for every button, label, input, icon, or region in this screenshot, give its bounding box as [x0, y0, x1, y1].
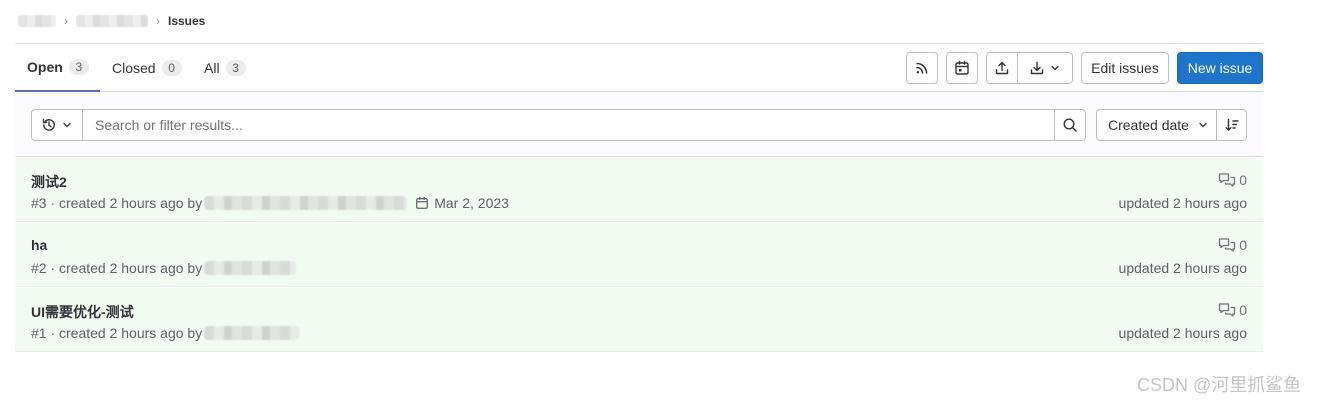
issue-meta: #1 · created 2 hours ago by: [31, 325, 301, 341]
issue-title-link[interactable]: ha: [31, 237, 47, 253]
chevron-down-icon: [1051, 65, 1059, 71]
edit-issues-button[interactable]: Edit issues: [1081, 52, 1169, 84]
breadcrumb-current: Issues: [168, 14, 206, 28]
issue-reference-text: #2 · created 2 hours ago by: [31, 260, 203, 276]
tab-label: All: [204, 60, 220, 76]
search-button[interactable]: [1054, 109, 1086, 141]
comment-count-text: 0: [1239, 302, 1247, 318]
updated-time: updated 2 hours ago: [1118, 195, 1247, 211]
breadcrumb-project-redacted[interactable]: [76, 15, 148, 27]
chevron-down-icon: [1199, 122, 1207, 128]
issue-row[interactable]: 测试2 #3 · created 2 hours ago by Mar 2, 2…: [15, 158, 1263, 222]
upload-icon: [995, 61, 1009, 75]
issue-state-tabs: Open 3 Closed 0 All 3: [15, 44, 1263, 92]
tab-label: Open: [27, 59, 63, 75]
tab-count-badge: 3: [225, 60, 246, 76]
comment-icon: [1219, 303, 1236, 317]
download-icon: [1030, 61, 1044, 75]
author-redacted[interactable]: [204, 261, 297, 275]
watermark: CSDN @河里抓鲨鱼: [1137, 375, 1302, 395]
breadcrumb-separator-icon: ›: [156, 14, 160, 28]
tab-label: Closed: [112, 60, 156, 76]
sort-direction-button[interactable]: [1216, 109, 1247, 141]
issue-title-link[interactable]: UI需要优化-测试: [31, 302, 134, 322]
comment-count[interactable]: 0: [1218, 237, 1247, 253]
sort-by-label: Created date: [1108, 117, 1189, 133]
issue-meta: #3 · created 2 hours ago by Mar 2, 2023: [31, 195, 509, 211]
issue-row[interactable]: ha #2 · created 2 hours ago by 0 updated…: [15, 223, 1263, 287]
sort-direction-icon: [1225, 118, 1239, 131]
calendar-icon: [416, 196, 429, 209]
rss-icon: [916, 62, 928, 74]
author-redacted[interactable]: [204, 196, 408, 210]
search-icon: [1063, 118, 1077, 132]
calendar-feed-button[interactable]: [946, 52, 978, 84]
chevron-down-icon: [63, 122, 71, 128]
recent-searches-button[interactable]: [31, 109, 83, 141]
tab-open[interactable]: Open 3: [15, 44, 100, 92]
new-issue-button[interactable]: New issue: [1177, 52, 1263, 84]
breadcrumb: › › Issues: [18, 12, 205, 30]
issue-title-link[interactable]: 测试2: [31, 172, 67, 192]
comment-icon: [1219, 173, 1236, 187]
comment-count-text: 0: [1239, 237, 1247, 253]
comment-count[interactable]: 0: [1218, 302, 1247, 318]
tab-all[interactable]: All 3: [204, 44, 246, 92]
issue-meta: #2 · created 2 hours ago by: [31, 260, 297, 276]
issue-reference-text: #1 · created 2 hours ago by: [31, 325, 203, 341]
search-input[interactable]: [82, 109, 1055, 141]
calendar-icon: [955, 60, 969, 75]
comment-icon: [1219, 238, 1236, 252]
due-date: Mar 2, 2023: [415, 195, 509, 211]
history-icon: [42, 118, 55, 131]
updated-time: updated 2 hours ago: [1118, 325, 1247, 341]
rss-feed-button[interactable]: [906, 52, 938, 84]
breadcrumb-separator-icon: ›: [64, 14, 68, 28]
breadcrumb-group-redacted[interactable]: [18, 15, 56, 27]
due-date-text: Mar 2, 2023: [434, 195, 509, 211]
issue-reference-text: #3 · created 2 hours ago by: [31, 195, 203, 211]
tab-count-badge: 0: [161, 60, 182, 76]
issue-row[interactable]: UI需要优化-测试 #1 · created 2 hours ago by 0 …: [15, 288, 1263, 352]
updated-time: updated 2 hours ago: [1118, 260, 1247, 276]
tab-count-badge: 3: [68, 59, 89, 75]
sort-by-dropdown[interactable]: Created date: [1096, 109, 1217, 141]
comment-count[interactable]: 0: [1218, 172, 1247, 188]
export-issues-dropdown[interactable]: [1017, 52, 1073, 84]
comment-count-text: 0: [1239, 172, 1247, 188]
tab-closed[interactable]: Closed 0: [112, 44, 182, 92]
import-issues-button[interactable]: [986, 52, 1018, 84]
author-redacted[interactable]: [204, 326, 301, 340]
